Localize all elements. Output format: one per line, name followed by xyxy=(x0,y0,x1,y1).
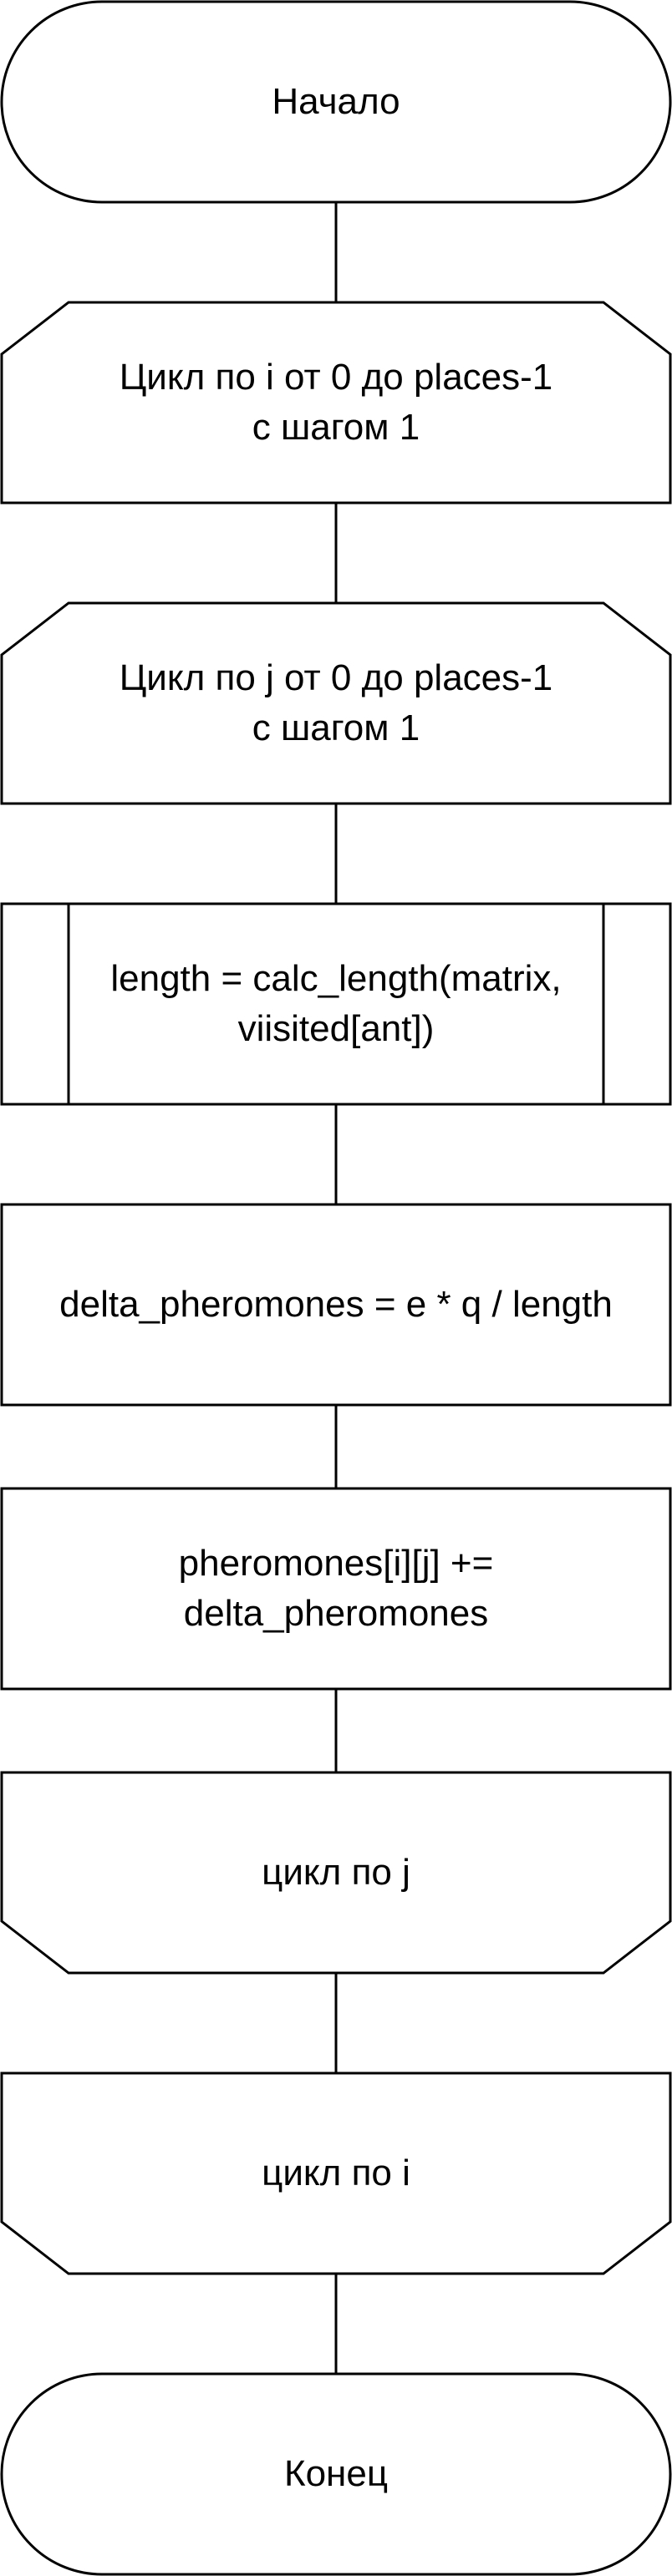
loop-i-end-label: цикл по i xyxy=(262,2153,410,2193)
update-label: pheromones[i][j] += delta_pheromones xyxy=(178,1543,494,1634)
loop-j-start-label: Цикл по j от 0 до places-1 с шагом 1 xyxy=(119,657,553,748)
delta-label: delta_pheromones = e * q / length xyxy=(59,1284,613,1325)
start-label: Начало xyxy=(272,81,400,122)
loop-i-start-label: Цикл по i от 0 до places-1 с шагом 1 xyxy=(119,357,553,448)
end-label: Конец xyxy=(283,2453,389,2494)
loop-j-end-label: цикл по j xyxy=(262,1852,410,1893)
calc-length-label: length = calc_length(matrix, viisited[an… xyxy=(110,958,562,1049)
